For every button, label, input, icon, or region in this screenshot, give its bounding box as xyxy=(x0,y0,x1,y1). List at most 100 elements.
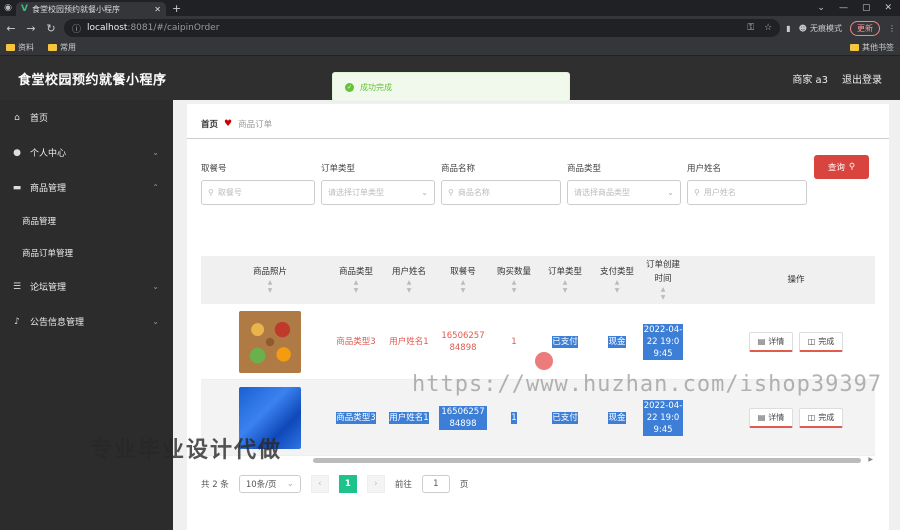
sort-icon: ▲ ▼ xyxy=(353,279,359,294)
sort-icon: ▲ ▼ xyxy=(562,279,568,294)
maximize-icon[interactable]: ▢ xyxy=(862,3,871,13)
col-created[interactable]: 订单创建时间 ▲ ▼ xyxy=(643,256,683,304)
incognito-indicator[interactable]: ☻ 无痕模式 xyxy=(799,23,842,34)
scrollbar-thumb[interactable] xyxy=(313,458,861,463)
sidebar-item-forum[interactable]: ☰ 论坛管理 ⌄ xyxy=(0,269,173,304)
folder-icon xyxy=(48,44,57,51)
success-toast: ✓ 成功完成 xyxy=(332,72,570,102)
table-row: 商品类型3 用户姓名1 1650625784898 1 已支付 现金 2022-… xyxy=(201,304,875,380)
scroll-right-icon[interactable]: ▶ xyxy=(868,456,873,463)
placeholder: 取餐号 xyxy=(217,188,242,197)
filter-goods-type: 商品类型 请选择商品类型 ⌄ xyxy=(567,162,681,205)
back-icon[interactable]: ← xyxy=(4,22,18,35)
sidebar-subitem-orders[interactable]: 商品订单管理 xyxy=(0,237,173,269)
logout-link[interactable]: 退出登录 xyxy=(842,71,882,86)
sort-icon: ▲ ▼ xyxy=(460,279,466,294)
goods-photo[interactable] xyxy=(239,311,301,373)
bookmarks-bar: 资料 常用 其他书签 xyxy=(0,40,900,56)
browser-tabbar: ◉ V 食堂校园预约就餐小程序 ✕ + ⌄ — ▢ ✕ xyxy=(0,0,900,16)
sidebar-item-profile[interactable]: ● 个人中心 ⌄ xyxy=(0,135,173,170)
chevron-down-icon: ⌄ xyxy=(667,188,674,197)
col-category[interactable]: 商品类型 ▲ ▼ xyxy=(331,256,381,304)
finish-button[interactable]: ◫ 完成 xyxy=(799,332,843,352)
key-icon[interactable]: ⚿ xyxy=(747,23,754,33)
next-page-button[interactable]: › xyxy=(366,475,385,493)
user-value: 用户姓名1 xyxy=(389,412,429,424)
sort-icon: ▲ ▼ xyxy=(267,279,273,294)
sidebar-subitem-goods[interactable]: 商品管理 xyxy=(0,205,173,237)
page-size-value: 10条/页 xyxy=(245,480,277,490)
col-qty[interactable]: 购买数量 ▲ ▼ xyxy=(491,256,537,304)
col-pay-type[interactable]: 支付类型 ▲ ▼ xyxy=(593,256,641,304)
edit-icon: ◫ xyxy=(807,336,816,346)
col-user[interactable]: 用户姓名 ▲ ▼ xyxy=(385,256,433,304)
goto-input[interactable]: 1 xyxy=(421,475,450,493)
other-bookmarks[interactable]: 其他书签 xyxy=(850,42,894,53)
query-button[interactable]: 查询 ⚲ xyxy=(814,155,869,179)
col-order-type[interactable]: 订单类型 ▲ ▼ xyxy=(541,256,589,304)
star-icon[interactable]: ☆ xyxy=(764,23,772,33)
divider xyxy=(187,138,889,139)
page-size-select[interactable]: 10条/页 ⌄ xyxy=(238,475,301,493)
pickup-input[interactable]: ⚲ 取餐号 xyxy=(201,180,315,205)
forward-icon[interactable]: → xyxy=(24,22,38,35)
col-pickup[interactable]: 取餐号 ▲ ▼ xyxy=(437,256,489,304)
chevron-down-icon: ⌄ xyxy=(152,148,159,157)
placeholder: 请选择商品类型 xyxy=(574,188,630,197)
bookmark-folder-0[interactable]: 资料 xyxy=(6,42,34,53)
order-type-select[interactable]: 请选择订单类型 ⌄ xyxy=(321,180,435,205)
sidebar-item-goods[interactable]: ▬ 商品管理 ⌃ xyxy=(0,170,173,205)
incognito-icon: ☻ xyxy=(798,23,807,33)
more-icon[interactable]: ⋮ xyxy=(888,24,896,33)
sidebar-item-label: 首页 xyxy=(30,114,49,124)
browser-tab[interactable]: V 食堂校园预约就餐小程序 ✕ xyxy=(16,2,166,16)
breadcrumb-home[interactable]: 首页 xyxy=(201,118,218,130)
total-count: 共 2 条 xyxy=(201,480,229,490)
close-window-icon[interactable]: ✕ xyxy=(884,3,892,13)
pickup-value: 1650625784898 xyxy=(439,406,487,430)
sort-icon: ▲ ▼ xyxy=(660,286,666,301)
reload-icon[interactable]: ↻ xyxy=(44,22,58,35)
bookmark-folder-1[interactable]: 常用 xyxy=(48,42,76,53)
breadcrumb-current: 商品订单 xyxy=(238,120,273,130)
sort-icon: ▲ ▼ xyxy=(614,279,620,294)
prev-page-button[interactable]: ‹ xyxy=(310,475,329,493)
filter-label: 取餐号 xyxy=(201,164,227,174)
close-tab-icon[interactable]: ✕ xyxy=(154,5,161,14)
detail-button[interactable]: ▤ 详情 xyxy=(749,332,793,352)
search-icon: ⚲ xyxy=(208,188,214,197)
qty-cell: 1 xyxy=(511,337,517,347)
filter-user-name: 用户姓名 ⚲ 用户姓名 xyxy=(687,162,807,205)
finish-button[interactable]: ◫ 完成 xyxy=(799,408,843,428)
user-name-input[interactable]: ⚲ 用户姓名 xyxy=(687,180,807,205)
chevron-up-icon: ⌃ xyxy=(152,183,159,192)
vue-logo-icon: V xyxy=(21,4,28,14)
sidebar-item-home[interactable]: ⌂ 首页 xyxy=(0,100,173,135)
sidebar-item-notice[interactable]: ♪ 公告信息管理 ⌄ xyxy=(0,304,173,339)
goods-type-select[interactable]: 请选择商品类型 ⌄ xyxy=(567,180,681,205)
col-photo[interactable]: 商品照片 ▲ ▼ xyxy=(211,256,329,304)
chevron-down-icon: ⌄ xyxy=(152,317,159,326)
toast-message: 成功完成 xyxy=(360,82,392,92)
new-tab-icon[interactable]: + xyxy=(172,2,181,15)
detail-button[interactable]: ▤ 详情 xyxy=(749,408,793,428)
update-button[interactable]: 更新 xyxy=(850,20,880,36)
site-info-icon[interactable]: ⓘ xyxy=(72,22,81,35)
col-label: 支付类型 xyxy=(599,267,634,277)
horizontal-scrollbar[interactable]: ▶ xyxy=(201,456,875,464)
placeholder: 请选择订单类型 xyxy=(328,188,384,197)
category-cell: 商品类型3 xyxy=(331,380,381,456)
home-icon: ⌂ xyxy=(14,112,20,123)
page-number[interactable]: 1 xyxy=(338,475,357,493)
minimize-icon[interactable]: — xyxy=(839,3,848,13)
search-icon: ⚲ xyxy=(448,188,454,197)
address-bar[interactable]: ⓘ localhost:8081/#/caipinOrder ⚿ ☆ xyxy=(64,19,781,37)
sort-icon: ▲ ▼ xyxy=(406,279,412,294)
sidepanel-icon[interactable]: ▮ xyxy=(786,24,790,33)
bookmark-label: 常用 xyxy=(60,43,76,52)
goods-name-input[interactable]: ⚲ 商品名称 xyxy=(441,180,561,205)
tab-search-icon[interactable]: ⌄ xyxy=(817,3,825,13)
toolbar-right: ▮ ☻ 无痕模式 更新 ⋮ xyxy=(786,20,896,36)
main-area: 首页 ♥ 商品订单 取餐号 ⚲ 取餐号 订单类型 请选择订单类型 ⌄ 商品名称 ⚲ 商… xyxy=(173,100,900,530)
browser-menu-icon[interactable]: ◉ xyxy=(0,0,16,16)
